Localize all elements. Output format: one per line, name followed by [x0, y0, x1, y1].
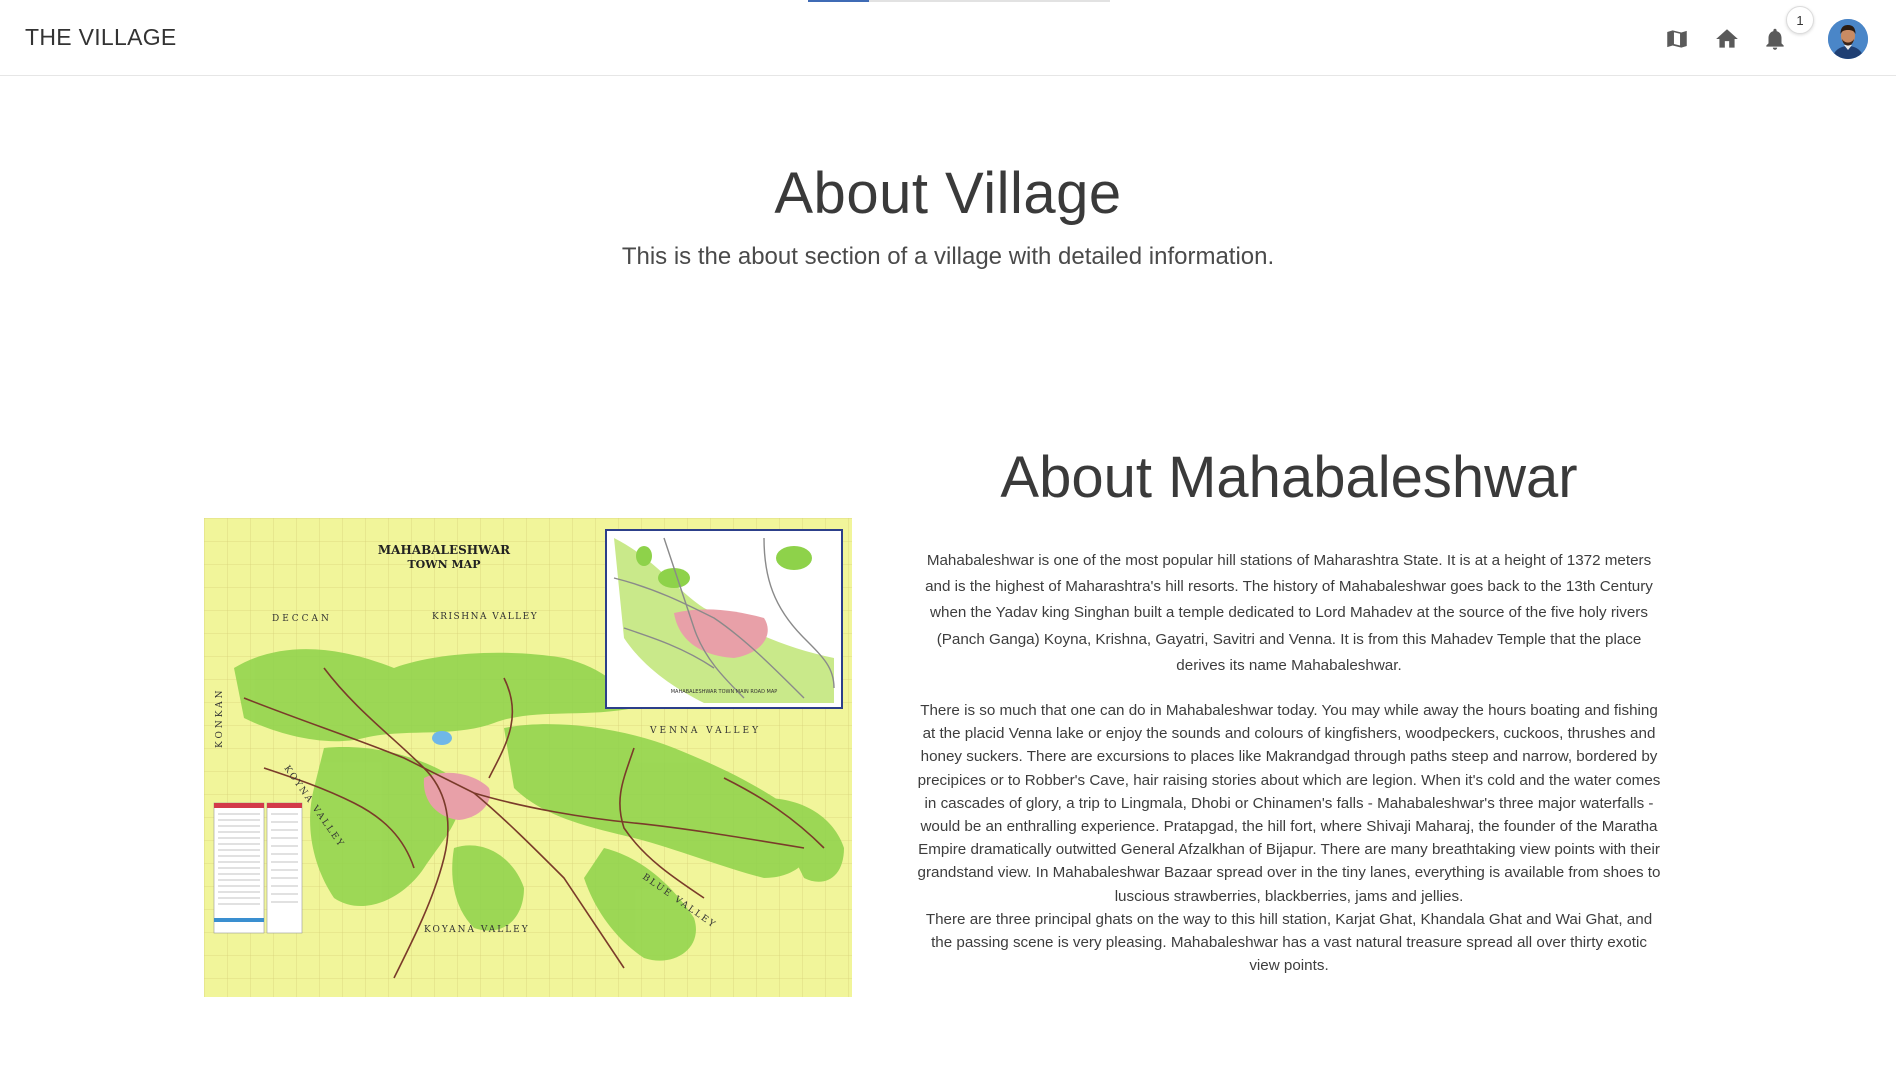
- map-label-venna-valley: VENNA VALLEY: [649, 726, 761, 736]
- map-legend: [213, 802, 303, 934]
- map-title-line2: TOWN MAP: [408, 558, 481, 571]
- map-label-deccan: DECCAN: [272, 614, 332, 624]
- about-paragraph-3: There are three principal ghats on the w…: [925, 910, 1653, 975]
- page-subtitle: This is the about section of a village w…: [621, 243, 1275, 270]
- bell-icon[interactable]: [1760, 24, 1790, 54]
- user-avatar[interactable]: [1828, 19, 1868, 59]
- mahabaleshwar-town-map-image: MAHABALESHWAR TOWN MAP DECCAN KRISHNA VA…: [204, 518, 852, 997]
- map-title-line1: MAHABALESHWAR: [378, 543, 511, 557]
- top-tab-indicator-track: [808, 0, 1110, 2]
- map-label-koyana-valley: KOYANA VALLEY: [424, 925, 530, 935]
- about-section-title: About Mahabaleshwar: [1000, 445, 1578, 510]
- brand-title[interactable]: THE VILLAGE: [25, 24, 177, 51]
- about-paragraph-1: Mahabaleshwar is one of the most popular…: [925, 552, 1653, 674]
- map-label-konkan: KONKAN: [215, 688, 225, 748]
- page-title: About Village: [774, 161, 1122, 226]
- map-inset-caption: MAHABALESHWAR TOWN MAIN ROAD MAP: [671, 689, 778, 695]
- home-icon[interactable]: [1712, 24, 1742, 54]
- about-paragraph-2: There is so much that one can do in Maha…: [917, 702, 1661, 905]
- map-inset: MAHABALESHWAR TOWN MAIN ROAD MAP: [605, 529, 843, 709]
- top-app-bar: THE VILLAGE: [0, 0, 1896, 76]
- map-icon[interactable]: [1662, 24, 1692, 54]
- map-label-krishna-valley: KRISHNA VALLEY: [432, 612, 538, 622]
- top-tab-indicator-active: [808, 0, 869, 2]
- about-section-body: Mahabaleshwar is one of the most popular…: [916, 548, 1662, 977]
- notification-count-badge[interactable]: 1: [1786, 6, 1814, 34]
